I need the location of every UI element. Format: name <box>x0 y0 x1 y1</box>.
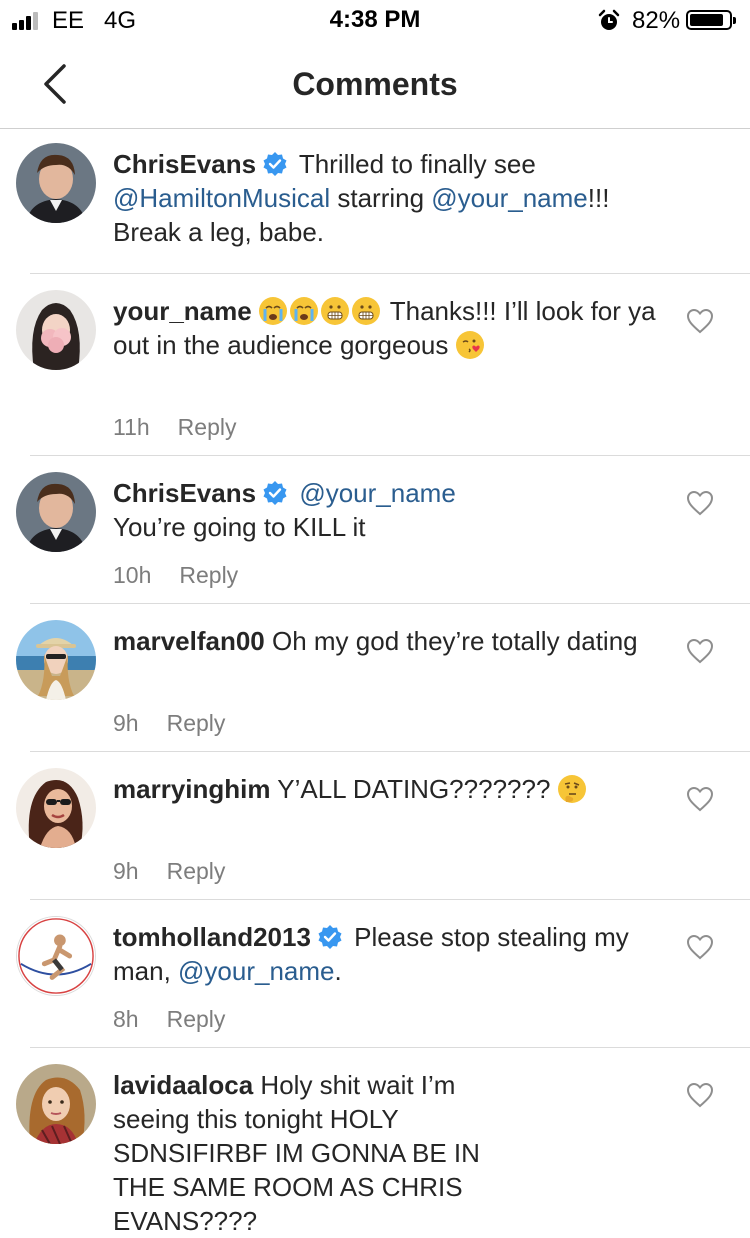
comment-item: tomholland2013 Please stop stealing my m… <box>0 900 750 1048</box>
nav-header: Comments <box>0 42 750 129</box>
comment-meta: 9h Reply <box>113 858 225 885</box>
comment-timestamp: 10h <box>113 562 152 588</box>
heart-icon[interactable] <box>686 934 714 960</box>
alarm-icon <box>598 9 620 30</box>
heart-icon[interactable] <box>686 308 714 334</box>
comment-timestamp: 9h <box>113 858 139 884</box>
comment-text: your_name Thanks!!! I’ll look for ya out… <box>113 296 656 360</box>
comment-meta: 9h Reply <box>113 710 225 737</box>
comment-timestamp: 11h <box>113 414 150 440</box>
grimacing-face-icon <box>320 297 349 325</box>
battery-icon <box>686 10 736 30</box>
comment-text: ChrisEvans Thrilled to finally see @Hami… <box>113 149 610 247</box>
mention-link[interactable]: @HamiltonMusical <box>113 183 330 213</box>
comment-item: ChrisEvans @your_name You’re going to KI… <box>0 456 750 604</box>
comment-item: marryinghim Y’ALL DATING??????? 9h Reply <box>0 752 750 900</box>
comment-text: tomholland2013 Please stop stealing my m… <box>113 922 629 986</box>
comment-timestamp: 8h <box>113 1006 139 1032</box>
status-bar: EE 4G 4:38 PM 82% <box>0 0 750 42</box>
comment-text: lavidaaloca Holy shit wait I’m seeing th… <box>113 1070 480 1236</box>
verified-badge-icon <box>263 481 287 505</box>
mention-link[interactable]: @your_name <box>178 956 334 986</box>
avatar[interactable] <box>16 472 96 552</box>
face-blowing-kiss-icon <box>455 331 484 359</box>
heart-icon[interactable] <box>686 786 714 812</box>
grimacing-face-icon <box>351 297 380 325</box>
comment-username[interactable]: ChrisEvans <box>113 478 256 508</box>
page-title: Comments <box>292 66 458 102</box>
comment-item: lavidaaloca Holy shit wait I’m seeing th… <box>0 1048 750 1236</box>
reply-button[interactable]: Reply <box>178 414 237 440</box>
thinking-face-icon <box>557 775 586 803</box>
battery-percentage: 82% <box>632 7 681 34</box>
verified-badge-icon <box>263 152 287 176</box>
verified-badge-icon <box>318 925 342 949</box>
avatar[interactable] <box>16 620 96 700</box>
comment-timestamp: 9h <box>113 710 139 736</box>
comment-username[interactable]: tomholland2013 <box>113 922 311 952</box>
avatar[interactable] <box>16 768 96 848</box>
avatar[interactable] <box>16 290 96 370</box>
avatar[interactable] <box>16 916 96 996</box>
heart-icon[interactable] <box>686 490 714 516</box>
comment-username[interactable]: ChrisEvans <box>113 149 256 179</box>
reply-button[interactable]: Reply <box>167 858 226 884</box>
heart-icon[interactable] <box>686 1082 714 1108</box>
comment-meta: 11h Reply <box>113 414 236 441</box>
comment-text: ChrisEvans @your_name You’re going to KI… <box>113 478 456 542</box>
comment-item: marvelfan00 Oh my god they’re totally da… <box>0 604 750 752</box>
comment-username[interactable]: lavidaaloca <box>113 1070 253 1100</box>
loudly-crying-face-icon <box>289 297 318 325</box>
mention-link[interactable]: @your_name <box>431 183 587 213</box>
comment-meta: 10h Reply <box>113 562 238 589</box>
mention-link[interactable]: @your_name <box>299 478 455 508</box>
avatar[interactable] <box>16 143 96 223</box>
comment-username[interactable]: marryinghim <box>113 774 271 804</box>
loudly-crying-face-icon <box>258 297 287 325</box>
reply-button[interactable]: Reply <box>179 562 238 588</box>
comment-item: ChrisEvans Thrilled to finally see @Hami… <box>0 129 750 274</box>
heart-icon[interactable] <box>686 638 714 664</box>
avatar[interactable] <box>16 1064 96 1144</box>
reply-button[interactable]: Reply <box>167 710 226 736</box>
comment-text: marvelfan00 Oh my god they’re totally da… <box>113 626 638 656</box>
comment-text: marryinghim Y’ALL DATING??????? <box>113 772 673 806</box>
comment-meta: 8h Reply <box>113 1006 225 1033</box>
comment-username[interactable]: marvelfan00 <box>113 626 265 656</box>
comment-username[interactable]: your_name <box>113 296 252 326</box>
comment-item: your_name Thanks!!! I’ll look for ya out… <box>0 274 750 456</box>
comments-list: ChrisEvans Thrilled to finally see @Hami… <box>0 129 750 1236</box>
reply-button[interactable]: Reply <box>167 1006 226 1032</box>
